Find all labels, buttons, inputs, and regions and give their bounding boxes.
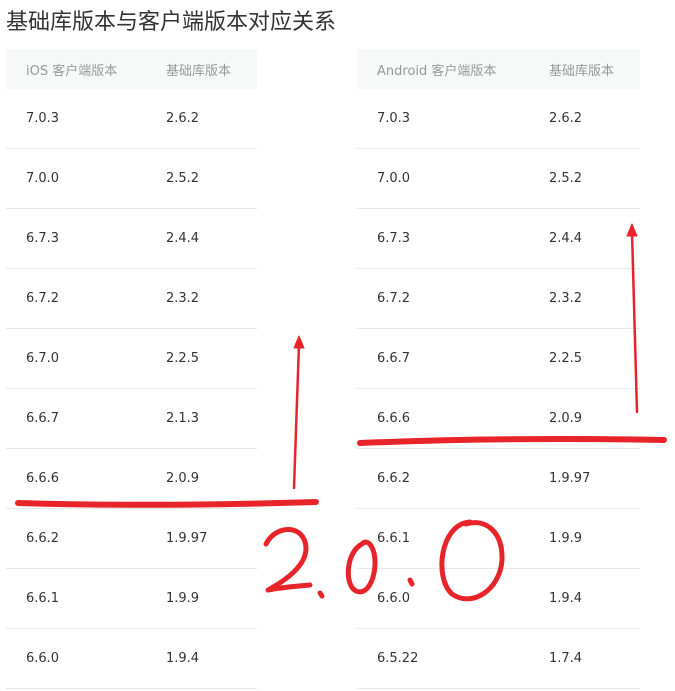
android-client-version-cell: 6.6.7 xyxy=(357,328,529,389)
android-client-version-cell: 6.6.1 xyxy=(357,508,529,569)
table-row: 7.0.3 2.6.2 xyxy=(357,89,640,149)
base-library-version-cell: 2.5.2 xyxy=(146,148,257,209)
base-library-version-cell: 2.4.4 xyxy=(146,208,257,269)
page-title: 基础库版本与客户端版本对应关系 xyxy=(6,10,337,35)
base-library-version-cell: 1.9.9 xyxy=(146,568,257,629)
table-row: 6.6.2 1.9.97 xyxy=(6,508,257,569)
base-library-version-cell: 2.2.5 xyxy=(529,328,640,389)
android-version-table: Android 客户端版本 基础库版本 7.0.3 2.6.2 7.0.0 2.5.… xyxy=(357,49,640,689)
base-library-version-cell: 1.9.97 xyxy=(529,448,640,509)
table-row: 6.7.3 2.4.4 xyxy=(6,208,257,269)
android-client-version-cell: 7.0.3 xyxy=(357,89,529,149)
ios-client-version-cell: 6.6.0 xyxy=(6,628,146,689)
table-header-row: iOS 客户端版本 基础库版本 xyxy=(6,49,257,89)
table-row: 7.0.0 2.5.2 xyxy=(357,148,640,209)
table-row: 6.6.7 2.2.5 xyxy=(357,328,640,389)
android-client-version-cell: 7.0.0 xyxy=(357,148,529,209)
android-client-version-cell: 6.6.2 xyxy=(357,448,529,509)
base-library-version-cell: 2.3.2 xyxy=(529,268,640,329)
ios-client-version-cell: 6.6.6 xyxy=(6,448,146,509)
table-row: 6.7.2 2.3.2 xyxy=(357,268,640,329)
base-library-version-cell: 2.0.9 xyxy=(529,388,640,449)
column-header-android-client-version: Android 客户端版本 xyxy=(357,49,529,89)
table-row: 6.6.1 1.9.9 xyxy=(357,508,640,569)
base-library-version-cell: 1.9.4 xyxy=(529,568,640,629)
base-library-version-cell: 1.7.4 xyxy=(529,628,640,689)
ios-client-version-cell: 6.7.2 xyxy=(6,268,146,329)
table-row: 7.0.3 2.6.2 xyxy=(6,89,257,149)
base-library-version-cell: 2.6.2 xyxy=(529,89,640,149)
table-row: 6.5.22 1.7.4 xyxy=(357,628,640,689)
base-library-version-cell: 2.4.4 xyxy=(529,208,640,269)
base-library-version-cell: 2.1.3 xyxy=(146,388,257,449)
table-row: 6.7.2 2.3.2 xyxy=(6,268,257,329)
base-library-version-cell: 2.3.2 xyxy=(146,268,257,329)
table-row: 6.6.6 2.0.9 xyxy=(357,388,640,449)
ios-version-table: iOS 客户端版本 基础库版本 7.0.3 2.6.2 7.0.0 2.5.2 6.… xyxy=(6,49,257,689)
base-library-version-cell: 1.9.97 xyxy=(146,508,257,569)
table-row: 6.7.3 2.4.4 xyxy=(357,208,640,269)
handwritten-digit-2-mark xyxy=(263,527,313,593)
android-client-version-cell: 6.5.22 xyxy=(357,628,529,689)
table-row: 6.6.6 2.0.9 xyxy=(6,448,257,509)
android-client-version-cell: 6.7.2 xyxy=(357,268,529,329)
ios-arrow-head-mark xyxy=(293,335,305,349)
column-header-ios-client-version: iOS 客户端版本 xyxy=(6,49,146,89)
table-row: 6.6.0 1.9.4 xyxy=(6,628,257,689)
ios-client-version-cell: 7.0.3 xyxy=(6,89,146,149)
ios-arrow-shaft-mark xyxy=(292,342,301,490)
base-library-version-cell: 2.6.2 xyxy=(146,89,257,149)
table-header-row: Android 客户端版本 基础库版本 xyxy=(357,49,640,89)
column-header-base-library-version: 基础库版本 xyxy=(529,49,640,89)
handwritten-dot-1-mark xyxy=(317,590,325,599)
base-library-version-cell: 2.0.9 xyxy=(146,448,257,509)
table-row: 6.6.2 1.9.97 xyxy=(357,448,640,509)
ios-client-version-cell: 7.0.0 xyxy=(6,148,146,209)
table-row: 6.7.0 2.2.5 xyxy=(6,328,257,389)
ios-client-version-cell: 6.6.7 xyxy=(6,388,146,449)
table-row: 7.0.0 2.5.2 xyxy=(6,148,257,209)
table-row: 6.6.0 1.9.4 xyxy=(357,568,640,629)
android-client-version-cell: 6.6.6 xyxy=(357,388,529,449)
android-client-version-cell: 6.6.0 xyxy=(357,568,529,629)
ios-client-version-cell: 6.7.0 xyxy=(6,328,146,389)
base-library-version-cell: 2.2.5 xyxy=(146,328,257,389)
table-row: 6.6.7 2.1.3 xyxy=(6,388,257,449)
android-client-version-cell: 6.7.3 xyxy=(357,208,529,269)
base-library-version-cell: 2.5.2 xyxy=(529,148,640,209)
base-library-version-cell: 1.9.4 xyxy=(146,628,257,689)
ios-client-version-cell: 6.6.1 xyxy=(6,568,146,629)
table-row: 6.6.1 1.9.9 xyxy=(6,568,257,629)
base-library-version-cell: 1.9.9 xyxy=(529,508,640,569)
column-header-base-library-version: 基础库版本 xyxy=(146,49,257,89)
ios-client-version-cell: 6.6.2 xyxy=(6,508,146,569)
ios-client-version-cell: 6.7.3 xyxy=(6,208,146,269)
